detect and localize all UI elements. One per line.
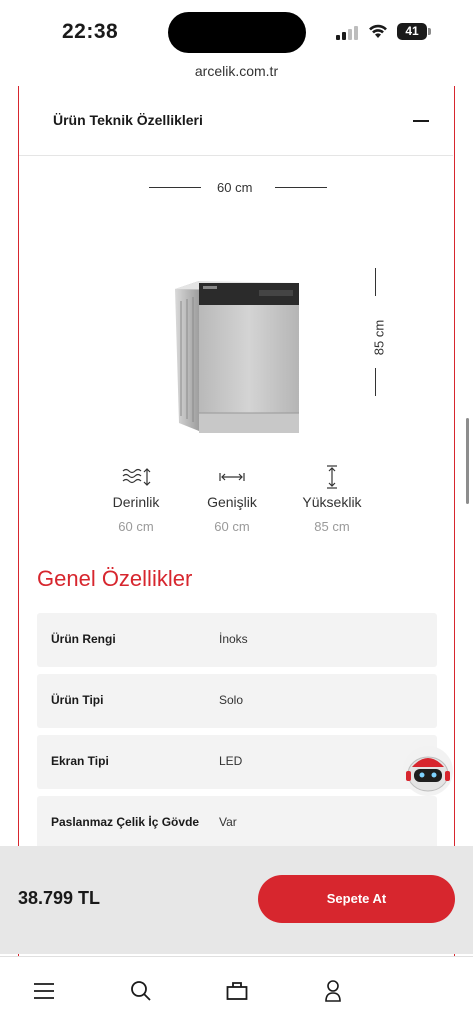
height-dimension-label: 85 cm: [371, 319, 387, 356]
spec-value: Var: [219, 815, 237, 829]
general-features-title: Genel Özellikler: [37, 566, 193, 591]
technical-specs-title: Ürün Teknik Özellikleri: [53, 112, 203, 128]
add-to-cart-button[interactable]: Sepete At: [258, 875, 455, 923]
dimension-width-value: 60 cm: [214, 519, 250, 534]
dimension-depth-value: 60 cm: [118, 519, 154, 534]
dimensions-row: Derinlik 60 cm Genişlik 60 cm Yükseklik …: [19, 465, 453, 538]
spec-row: Paslanmaz Çelik İç Gövde Var: [37, 796, 437, 850]
depth-icon: [86, 466, 186, 488]
dynamic-island: [168, 12, 306, 53]
minus-icon[interactable]: [413, 116, 429, 126]
search-icon[interactable]: [127, 977, 155, 1005]
scroll-indicator[interactable]: [466, 418, 469, 504]
signal-icon: [336, 24, 362, 40]
dimension-height-label: Yükseklik: [302, 494, 362, 510]
spec-value: İnoks: [219, 632, 248, 646]
spec-row: Ürün Tipi Solo: [37, 674, 437, 728]
dimension-depth-label: Derinlik: [112, 494, 160, 510]
add-to-cart-bar: 38.799 TL Sepete At: [0, 846, 473, 954]
dimension-width-label: Genişlik: [207, 494, 257, 510]
wifi-icon: [369, 24, 387, 38]
height-dimension-line-top: [375, 268, 376, 296]
height-dimension-line-bottom: [375, 368, 376, 396]
height-icon: [282, 465, 382, 489]
spec-list: Ürün Rengi İnoks Ürün Tipi Solo Ekran Ti…: [37, 613, 437, 857]
spec-name: Ekran Tipi: [51, 754, 109, 768]
robot-assistant-icon[interactable]: [402, 745, 454, 797]
spec-name: Ürün Tipi: [51, 693, 104, 707]
dimension-height: Yükseklik 85 cm: [282, 465, 382, 534]
width-dimension-line-right: [275, 187, 327, 188]
dishwasher-image: [175, 281, 299, 433]
battery-tip: [428, 28, 431, 35]
menu-icon[interactable]: [30, 977, 58, 1005]
bottom-tab-bar: [0, 956, 473, 1024]
width-icon: [182, 466, 282, 488]
width-dimension-line-left: [149, 187, 201, 188]
bag-icon[interactable]: [223, 977, 251, 1005]
product-price: 38.799 TL: [18, 888, 101, 908]
browser-url[interactable]: arcelik.com.tr: [0, 63, 473, 79]
status-bar: 22:38 41: [0, 0, 473, 62]
battery-icon: 41: [397, 23, 427, 40]
spec-value: Solo: [219, 693, 244, 707]
dimension-depth: Derinlik 60 cm: [86, 466, 186, 534]
technical-specs-header[interactable]: Ürün Teknik Özellikleri: [19, 86, 453, 156]
status-time: 22:38: [62, 20, 119, 43]
width-dimension-label: 60 cm: [217, 180, 253, 195]
spec-name: Paslanmaz Çelik İç Gövde: [51, 815, 200, 829]
user-icon[interactable]: [319, 977, 347, 1005]
spec-row: Ekran Tipi LED: [37, 735, 437, 789]
dimension-height-value: 85 cm: [314, 519, 350, 534]
spec-row: Ürün Rengi İnoks: [37, 613, 437, 667]
spec-name: Ürün Rengi: [51, 632, 116, 646]
spec-value: LED: [219, 754, 243, 768]
dimension-width: Genişlik 60 cm: [182, 466, 282, 534]
